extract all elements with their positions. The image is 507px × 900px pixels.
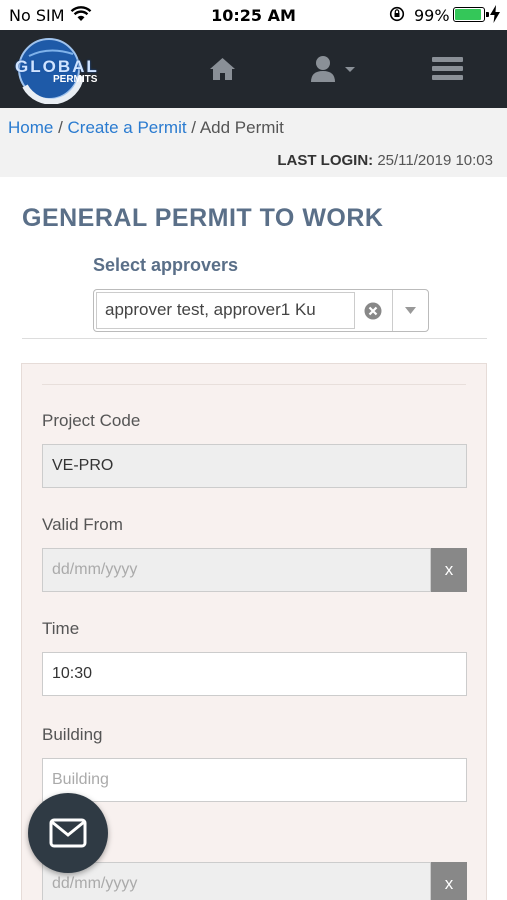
date-field[interactable]: dd/mm/yyyy	[42, 862, 431, 900]
battery-icon	[453, 7, 489, 22]
main-content: GENERAL PERMIT TO WORK Select approvers …	[0, 177, 507, 900]
last-login-info: LAST LOGIN: 25/11/2019 10:03	[277, 152, 493, 169]
building-field[interactable]: Building	[42, 758, 467, 802]
page-title: GENERAL PERMIT TO WORK	[22, 204, 384, 232]
breadcrumb-separator: /	[186, 118, 200, 137]
approvers-selected-value[interactable]: approver test, approver1 Ku	[96, 292, 355, 329]
valid-from-date-field[interactable]: dd/mm/yyyy	[42, 548, 431, 592]
charging-bolt-icon	[490, 5, 500, 23]
building-label: Building	[42, 725, 103, 744]
rotation-lock-icon	[389, 6, 405, 22]
home-icon[interactable]	[209, 57, 236, 81]
breadcrumb-separator: /	[53, 118, 68, 137]
time-label: Time	[42, 619, 80, 638]
breadcrumb-home-link[interactable]: Home	[8, 118, 53, 137]
breadcrumb-create-permit-link[interactable]: Create a Permit	[68, 118, 187, 137]
time-field[interactable]: 10:30	[42, 652, 467, 696]
chevron-down-icon[interactable]	[405, 307, 416, 314]
date-clear-button[interactable]: x	[431, 862, 467, 900]
logo-text-permits: PERMITS	[53, 74, 98, 85]
clear-selection-icon[interactable]	[363, 301, 383, 321]
breadcrumb-current: Add Permit	[199, 118, 284, 137]
battery-percent: 99%	[414, 6, 450, 25]
approvers-label: Select approvers	[93, 255, 239, 275]
project-code-label: Project Code	[42, 411, 141, 430]
panel-divider	[42, 384, 466, 385]
last-login-value: 25/11/2019 10:03	[377, 152, 493, 169]
hamburger-menu-icon[interactable]	[432, 56, 463, 81]
breadcrumb: Home / Create a Permit / Add Permit	[8, 118, 284, 138]
status-bar: No SIM 10:25 AM 99%	[0, 0, 507, 30]
section-divider	[22, 338, 487, 339]
envelope-icon	[49, 818, 87, 848]
valid-from-label: Valid From	[42, 515, 123, 534]
last-login-label: LAST LOGIN:	[277, 152, 374, 169]
user-icon[interactable]	[311, 55, 357, 83]
select-divider	[392, 290, 393, 331]
mail-button[interactable]	[28, 793, 108, 873]
top-navbar: GLOBAL PERMITS	[0, 30, 507, 108]
global-permits-logo[interactable]: GLOBAL PERMITS	[11, 34, 97, 104]
project-code-field[interactable]: VE-PRO	[42, 444, 467, 488]
valid-from-clear-button[interactable]: x	[431, 548, 467, 592]
approvers-select[interactable]: approver test, approver1 Ku	[93, 289, 429, 332]
